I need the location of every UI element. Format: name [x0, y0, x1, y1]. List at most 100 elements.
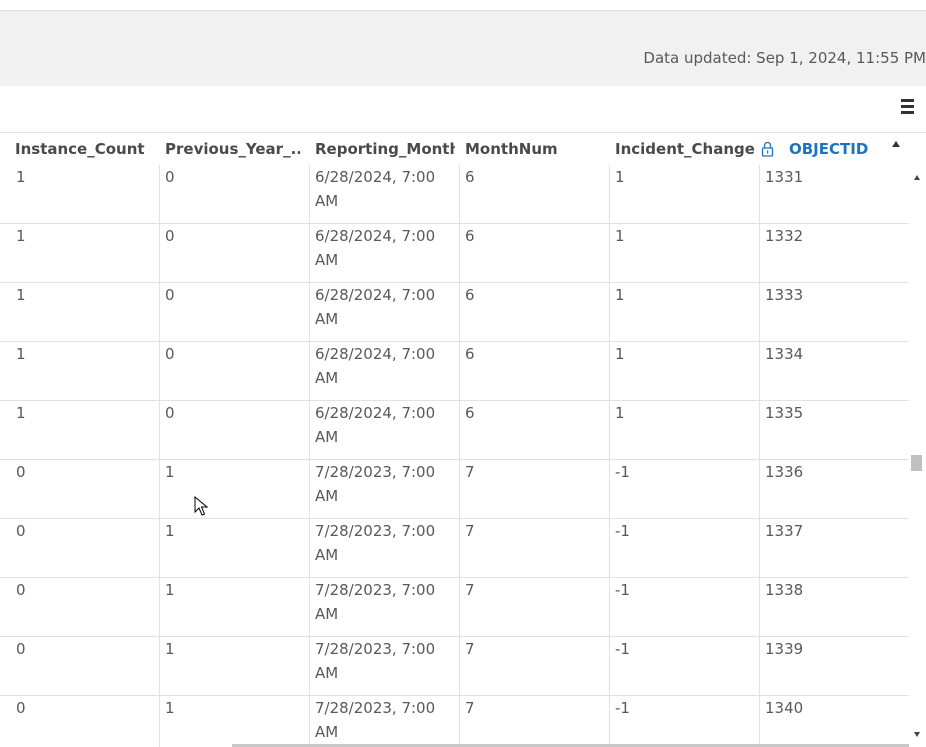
- table-body: 1 0 6/28/2024, 7:00 AM 6 1 1331 1 0 6/28/…: [0, 165, 909, 747]
- column-header-reporting-month[interactable]: Reporting_Month: [315, 133, 455, 165]
- cell-month-num: 7: [465, 699, 475, 717]
- table-row[interactable]: 1 0 6/28/2024, 7:00 AM 6 1 1332: [0, 224, 909, 283]
- cell-month-num: 6: [465, 404, 475, 422]
- cell-previous-year: 0: [165, 168, 175, 186]
- cell-incident-change: -1: [615, 522, 630, 540]
- column-header-objectid[interactable]: OBJECTID: [789, 133, 884, 165]
- mouse-pointer-icon: [194, 496, 208, 516]
- table-row[interactable]: 1 0 6/28/2024, 7:00 AM 6 1 1331: [0, 165, 909, 224]
- cell-incident-change: -1: [615, 699, 630, 717]
- cell-reporting-month-line1: 7/28/2023, 7:00: [315, 699, 436, 717]
- column-header-incident-change[interactable]: Incident_Change: [615, 133, 755, 165]
- scrollbar-thumb[interactable]: [911, 455, 922, 471]
- cell-reporting-month-line1: 7/28/2023, 7:00: [315, 522, 436, 540]
- column-header-month-num[interactable]: MonthNum: [465, 133, 605, 165]
- cell-instance-count: 1: [16, 345, 26, 363]
- cell-instance-count: 0: [16, 581, 26, 599]
- vertical-scrollbar[interactable]: [909, 165, 926, 747]
- table-toolbar: [0, 86, 926, 133]
- cell-reporting-month-line2: AM: [315, 369, 339, 387]
- cell-objectid: 1334: [765, 345, 804, 363]
- cell-incident-change: 1: [615, 404, 625, 422]
- cell-month-num: 7: [465, 640, 475, 658]
- cell-month-num: 7: [465, 522, 475, 540]
- cell-incident-change: -1: [615, 463, 630, 481]
- table-row[interactable]: 1 0 6/28/2024, 7:00 AM 6 1 1335: [0, 401, 909, 460]
- scroll-up-icon[interactable]: [914, 175, 920, 180]
- cell-previous-year: 1: [165, 699, 175, 717]
- cell-previous-year: 1: [165, 640, 175, 658]
- cell-reporting-month-line2: AM: [315, 251, 339, 269]
- cell-incident-change: -1: [615, 640, 630, 658]
- cell-reporting-month-line1: 6/28/2024, 7:00: [315, 345, 436, 363]
- cell-objectid: 1338: [765, 581, 804, 599]
- table-row[interactable]: 1 0 6/28/2024, 7:00 AM 6 1 1334: [0, 342, 909, 401]
- cell-previous-year: 0: [165, 404, 175, 422]
- cell-instance-count: 1: [16, 404, 26, 422]
- table-row[interactable]: 1 0 6/28/2024, 7:00 AM 6 1 1333: [0, 283, 909, 342]
- cell-instance-count: 1: [16, 168, 26, 186]
- cell-reporting-month: 6/28/2024, 7:00 AM: [315, 401, 450, 459]
- cell-reporting-month-line1: 7/28/2023, 7:00: [315, 581, 436, 599]
- cell-incident-change: 1: [615, 286, 625, 304]
- cell-reporting-month-line2: AM: [315, 723, 339, 741]
- cell-previous-year: 1: [165, 522, 175, 540]
- cell-reporting-month-line1: 7/28/2023, 7:00: [315, 640, 436, 658]
- data-updated-label: Data updated: Sep 1, 2024, 11:55 PM: [643, 49, 926, 67]
- cell-incident-change: 1: [615, 168, 625, 186]
- table-row[interactable]: 0 1 7/28/2023, 7:00 AM 7 -1 1338: [0, 578, 909, 637]
- cell-previous-year: 0: [165, 345, 175, 363]
- cell-reporting-month-line1: 6/28/2024, 7:00: [315, 227, 436, 245]
- cell-incident-change: -1: [615, 581, 630, 599]
- sort-ascending-icon[interactable]: [892, 141, 900, 147]
- cell-objectid: 1336: [765, 463, 804, 481]
- cell-reporting-month-line2: AM: [315, 487, 339, 505]
- cell-objectid: 1332: [765, 227, 804, 245]
- cell-instance-count: 1: [16, 227, 26, 245]
- cell-instance-count: 0: [16, 522, 26, 540]
- cell-objectid: 1333: [765, 286, 804, 304]
- cell-reporting-month: 6/28/2024, 7:00 AM: [315, 342, 450, 400]
- table-row[interactable]: 0 1 7/28/2023, 7:00 AM 7 -1 1336: [0, 460, 909, 519]
- table-row[interactable]: 0 1 7/28/2023, 7:00 AM 7 -1 1337: [0, 519, 909, 578]
- lock-icon: [761, 141, 774, 157]
- cell-month-num: 6: [465, 286, 475, 304]
- cell-month-num: 7: [465, 463, 475, 481]
- cell-objectid: 1335: [765, 404, 804, 422]
- cell-reporting-month: 6/28/2024, 7:00 AM: [315, 283, 450, 341]
- cell-reporting-month: 7/28/2023, 7:00 AM: [315, 637, 450, 695]
- cell-reporting-month: 7/28/2023, 7:00 AM: [315, 696, 450, 747]
- cell-instance-count: 1: [16, 286, 26, 304]
- table-row[interactable]: 0 1 7/28/2023, 7:00 AM 7 -1 1340: [0, 696, 909, 747]
- cell-month-num: 6: [465, 227, 475, 245]
- cell-reporting-month-line2: AM: [315, 428, 339, 446]
- cell-incident-change: 1: [615, 345, 625, 363]
- column-header-previous-year[interactable]: Previous_Year_...: [165, 133, 300, 165]
- cell-reporting-month-line1: 6/28/2024, 7:00: [315, 286, 436, 304]
- cell-incident-change: 1: [615, 227, 625, 245]
- cell-previous-year: 0: [165, 286, 175, 304]
- cell-instance-count: 0: [16, 640, 26, 658]
- cell-reporting-month: 7/28/2023, 7:00 AM: [315, 519, 450, 577]
- scroll-down-icon[interactable]: [914, 732, 920, 737]
- cell-objectid: 1331: [765, 168, 804, 186]
- top-strip: [0, 0, 926, 10]
- cell-reporting-month-line1: 6/28/2024, 7:00: [315, 404, 436, 422]
- cell-reporting-month: 6/28/2024, 7:00 AM: [315, 165, 450, 223]
- column-header-instance-count[interactable]: Instance_Count: [15, 133, 155, 165]
- hamburger-menu-icon[interactable]: [901, 99, 914, 115]
- cell-reporting-month: 7/28/2023, 7:00 AM: [315, 460, 450, 518]
- cell-reporting-month-line2: AM: [315, 192, 339, 210]
- cell-previous-year: 0: [165, 227, 175, 245]
- cell-month-num: 7: [465, 581, 475, 599]
- table-row[interactable]: 0 1 7/28/2023, 7:00 AM 7 -1 1339: [0, 637, 909, 696]
- cell-previous-year: 1: [165, 581, 175, 599]
- cell-previous-year: 1: [165, 463, 175, 481]
- cell-objectid: 1339: [765, 640, 804, 658]
- cell-objectid: 1337: [765, 522, 804, 540]
- cell-reporting-month-line1: 6/28/2024, 7:00: [315, 168, 436, 186]
- cell-reporting-month-line2: AM: [315, 664, 339, 682]
- cell-instance-count: 0: [16, 699, 26, 717]
- cell-month-num: 6: [465, 345, 475, 363]
- cell-reporting-month: 6/28/2024, 7:00 AM: [315, 224, 450, 282]
